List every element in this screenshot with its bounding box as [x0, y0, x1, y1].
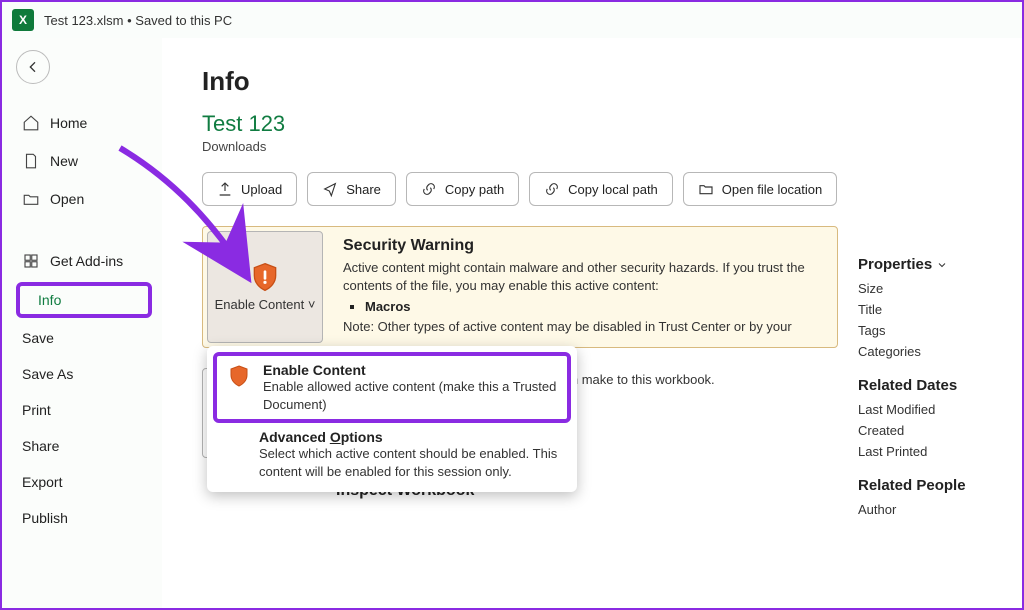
- related-people-heading: Related People: [858, 477, 998, 494]
- dropdown-item-title: Enable Content: [263, 362, 559, 378]
- home-icon: [22, 114, 40, 132]
- button-label: Upload: [241, 182, 282, 197]
- window-title: Test 123.xlsm • Saved to this PC: [44, 13, 232, 28]
- back-button[interactable]: [16, 50, 50, 84]
- prop-tags[interactable]: Tags: [858, 323, 998, 338]
- sidebar-item-info[interactable]: Info: [24, 288, 144, 312]
- sidebar-item-label: Save As: [22, 366, 73, 382]
- prop-last-printed: Last Printed: [858, 444, 998, 459]
- sidebar-item-label: Export: [22, 474, 62, 490]
- sidebar-item-addins[interactable]: Get Add-ins: [16, 244, 152, 278]
- sidebar-item-label: New: [50, 153, 78, 169]
- sidebar-item-label: Get Add-ins: [50, 253, 123, 269]
- chevron-down-icon: [936, 259, 948, 271]
- copy-local-path-button[interactable]: Copy local path: [529, 172, 673, 206]
- enable-content-label: Enable Content ˅: [215, 297, 316, 312]
- sidebar-item-saveas[interactable]: Save As: [16, 358, 152, 390]
- document-location: Downloads: [202, 139, 838, 154]
- arrow-left-icon: [25, 59, 41, 75]
- annotation-highlight-info: Info: [16, 282, 152, 318]
- upload-icon: [217, 181, 233, 197]
- sidebar-item-print[interactable]: Print: [16, 394, 152, 426]
- sidebar-item-label: Print: [22, 402, 51, 418]
- shield-warning-icon: [249, 261, 281, 293]
- prop-author: Author: [858, 502, 998, 517]
- security-warning-title: Security Warning: [343, 237, 821, 255]
- button-label: Copy path: [445, 182, 504, 197]
- prop-size[interactable]: Size: [858, 281, 998, 296]
- security-warning-note: Note: Other types of active content may …: [343, 318, 821, 336]
- sidebar-item-label: Open: [50, 191, 84, 207]
- dropdown-item-advanced-options[interactable]: Advanced Options Select which active con…: [213, 423, 571, 486]
- title-status: Saved to this PC: [135, 13, 232, 28]
- sidebar-item-label: Info: [38, 292, 61, 308]
- dropdown-item-desc: Select which active content should be en…: [259, 445, 563, 480]
- enable-content-button[interactable]: Enable Content ˅: [207, 231, 323, 343]
- sidebar-item-home[interactable]: Home: [16, 106, 152, 140]
- prop-title[interactable]: Title: [858, 302, 998, 317]
- action-row: Upload Share Copy path Copy local path: [202, 172, 838, 206]
- properties-heading[interactable]: Properties: [858, 256, 998, 273]
- open-file-location-button[interactable]: Open file location: [683, 172, 837, 206]
- dropdown-item-desc: Enable allowed active content (make this…: [263, 378, 559, 413]
- sidebar-item-export[interactable]: Export: [16, 466, 152, 498]
- dropdown-item-enable-content[interactable]: Enable Content Enable allowed active con…: [213, 352, 571, 423]
- link-icon: [544, 181, 560, 197]
- prop-created: Created: [858, 423, 998, 438]
- shield-icon: [225, 362, 253, 413]
- sidebar-item-save[interactable]: Save: [16, 322, 152, 354]
- sidebar-item-label: Save: [22, 330, 54, 346]
- title-bar: X Test 123.xlsm • Saved to this PC: [2, 2, 1022, 38]
- sidebar-item-label: Home: [50, 115, 87, 131]
- share-button[interactable]: Share: [307, 172, 396, 206]
- addins-icon: [22, 252, 40, 270]
- upload-button[interactable]: Upload: [202, 172, 297, 206]
- sidebar-item-share[interactable]: Share: [16, 430, 152, 462]
- excel-logo-icon: X: [12, 9, 34, 31]
- new-doc-icon: [22, 152, 40, 170]
- sidebar-item-open[interactable]: Open: [16, 182, 152, 216]
- main-content: Info Test 123 Downloads Upload Share Cop…: [162, 38, 1022, 608]
- security-warning-desc: Active content might contain malware and…: [343, 259, 821, 295]
- page-title: Info: [202, 66, 838, 97]
- folder-open-icon: [22, 190, 40, 208]
- security-warning-list: Macros: [343, 299, 821, 314]
- sidebar-item-label: Publish: [22, 510, 68, 526]
- prop-categories[interactable]: Categories: [858, 344, 998, 359]
- prop-last-modified: Last Modified: [858, 402, 998, 417]
- enable-content-dropdown: Enable Content Enable allowed active con…: [207, 346, 577, 492]
- properties-panel: Properties Size Title Tags Categories Re…: [858, 66, 998, 608]
- sidebar-item-new[interactable]: New: [16, 144, 152, 178]
- document-name: Test 123: [202, 111, 838, 137]
- title-filename: Test 123.xlsm: [44, 13, 123, 28]
- link-icon: [421, 181, 437, 197]
- dropdown-item-title: Advanced Options: [259, 429, 563, 445]
- sidebar-item-label: Share: [22, 438, 59, 454]
- security-warning-panel: Enable Content ˅ Security Warning Active…: [202, 226, 838, 348]
- security-list-item: Macros: [365, 299, 821, 314]
- button-label: Share: [346, 182, 381, 197]
- related-dates-heading: Related Dates: [858, 377, 998, 394]
- copy-path-button[interactable]: Copy path: [406, 172, 519, 206]
- share-icon: [322, 181, 338, 197]
- backstage-sidebar: Home New Open Get Add-ins Info S: [2, 38, 162, 608]
- folder-icon: [698, 181, 714, 197]
- button-label: Copy local path: [568, 182, 658, 197]
- button-label: Open file location: [722, 182, 822, 197]
- sidebar-item-publish[interactable]: Publish: [16, 502, 152, 534]
